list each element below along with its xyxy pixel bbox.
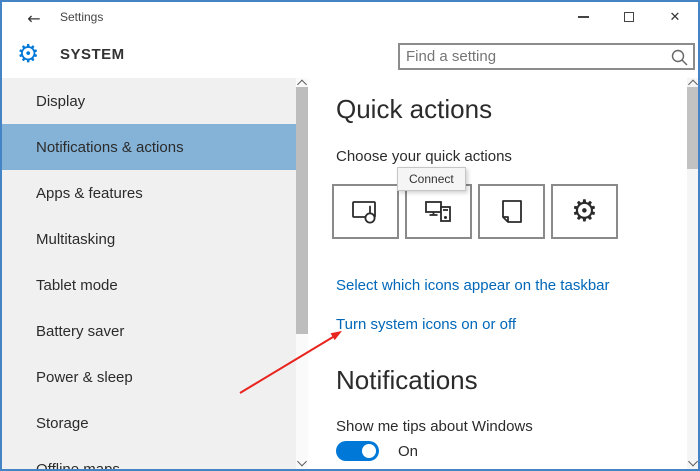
window-controls: ✕ — [560, 2, 698, 32]
sidebar-item-power-sleep[interactable]: Power & sleep — [2, 354, 296, 400]
turn-system-icons-link[interactable]: Turn system icons on or off — [336, 316, 516, 333]
scroll-down-icon[interactable] — [688, 457, 698, 467]
scroll-down-icon[interactable] — [297, 457, 307, 467]
page-title: SYSTEM — [60, 46, 125, 63]
sidebar-item-multitasking[interactable]: Multitasking — [2, 216, 296, 262]
search-box — [398, 43, 695, 70]
choose-quick-actions-label: Choose your quick actions — [336, 148, 512, 165]
sidebar-item-apps-features[interactable]: Apps & features — [2, 170, 296, 216]
sidebar-item-battery-saver[interactable]: Battery saver — [2, 308, 296, 354]
maximize-icon — [624, 12, 634, 22]
main-panel — [308, 78, 698, 469]
sidebar-item-label: Power & sleep — [36, 369, 133, 386]
sidebar-item-display[interactable]: Display — [2, 78, 296, 124]
toggle-knob — [362, 444, 376, 458]
sidebar-item-label: Tablet mode — [36, 277, 118, 294]
search-icon — [669, 47, 691, 67]
sidebar-item-label: Offline maps — [36, 461, 120, 470]
sidebar-item-tablet-mode[interactable]: Tablet mode — [2, 262, 296, 308]
settings-gear-icon: ⚙ — [571, 197, 598, 227]
sidebar-item-label: Display — [36, 93, 85, 110]
sidebar-item-label: Apps & features — [36, 185, 143, 202]
back-button[interactable]: ← — [20, 6, 48, 30]
sidebar-item-label: Multitasking — [36, 231, 115, 248]
quick-action-connect-button[interactable] — [405, 184, 472, 239]
minimize-button[interactable] — [560, 2, 606, 32]
show-tips-label: Show me tips about Windows — [336, 418, 533, 435]
back-arrow-icon: ← — [27, 9, 40, 28]
connect-icon — [421, 196, 457, 228]
show-tips-toggle[interactable] — [336, 441, 379, 461]
quick-action-buttons: ⚙ — [332, 184, 618, 239]
quick-actions-heading: Quick actions — [336, 94, 492, 125]
note-icon — [495, 196, 529, 228]
settings-window: ← Settings ✕ ⚙ SYSTEM Display Notificati… — [0, 0, 700, 471]
sidebar-item-storage[interactable]: Storage — [2, 400, 296, 446]
close-icon: ✕ — [670, 10, 681, 25]
minimize-icon — [578, 16, 589, 18]
sidebar-item-label: Battery saver — [36, 323, 124, 340]
tablet-mode-icon — [348, 196, 384, 228]
select-taskbar-icons-link[interactable]: Select which icons appear on the taskbar — [336, 277, 610, 294]
sidebar-item-offline-maps[interactable]: Offline maps — [2, 446, 296, 469]
search-input[interactable] — [400, 48, 669, 65]
titlebar: ← Settings ✕ — [2, 2, 698, 34]
sidebar-scrollbar[interactable] — [296, 78, 308, 469]
sidebar-item-notifications-actions[interactable]: Notifications & actions — [2, 124, 296, 170]
quick-action-tablet-mode-button[interactable] — [332, 184, 399, 239]
sidebar-item-label: Notifications & actions — [36, 139, 184, 156]
connect-tooltip: Connect — [397, 167, 466, 191]
sidebar-scrollbar-thumb[interactable] — [296, 87, 308, 334]
notifications-heading: Notifications — [336, 365, 478, 396]
main-scrollbar-thumb[interactable] — [687, 87, 698, 169]
quick-action-all-settings-button[interactable]: ⚙ — [551, 184, 618, 239]
main-scrollbar[interactable] — [687, 78, 698, 469]
sidebar: Display Notifications & actions Apps & f… — [2, 78, 296, 469]
quick-action-note-button[interactable] — [478, 184, 545, 239]
close-button[interactable]: ✕ — [652, 2, 698, 32]
system-gear-icon: ⚙ — [17, 40, 39, 68]
window-title: Settings — [60, 10, 103, 24]
maximize-button[interactable] — [606, 2, 652, 32]
sidebar-item-label: Storage — [36, 415, 89, 432]
toggle-state-label: On — [398, 443, 418, 460]
